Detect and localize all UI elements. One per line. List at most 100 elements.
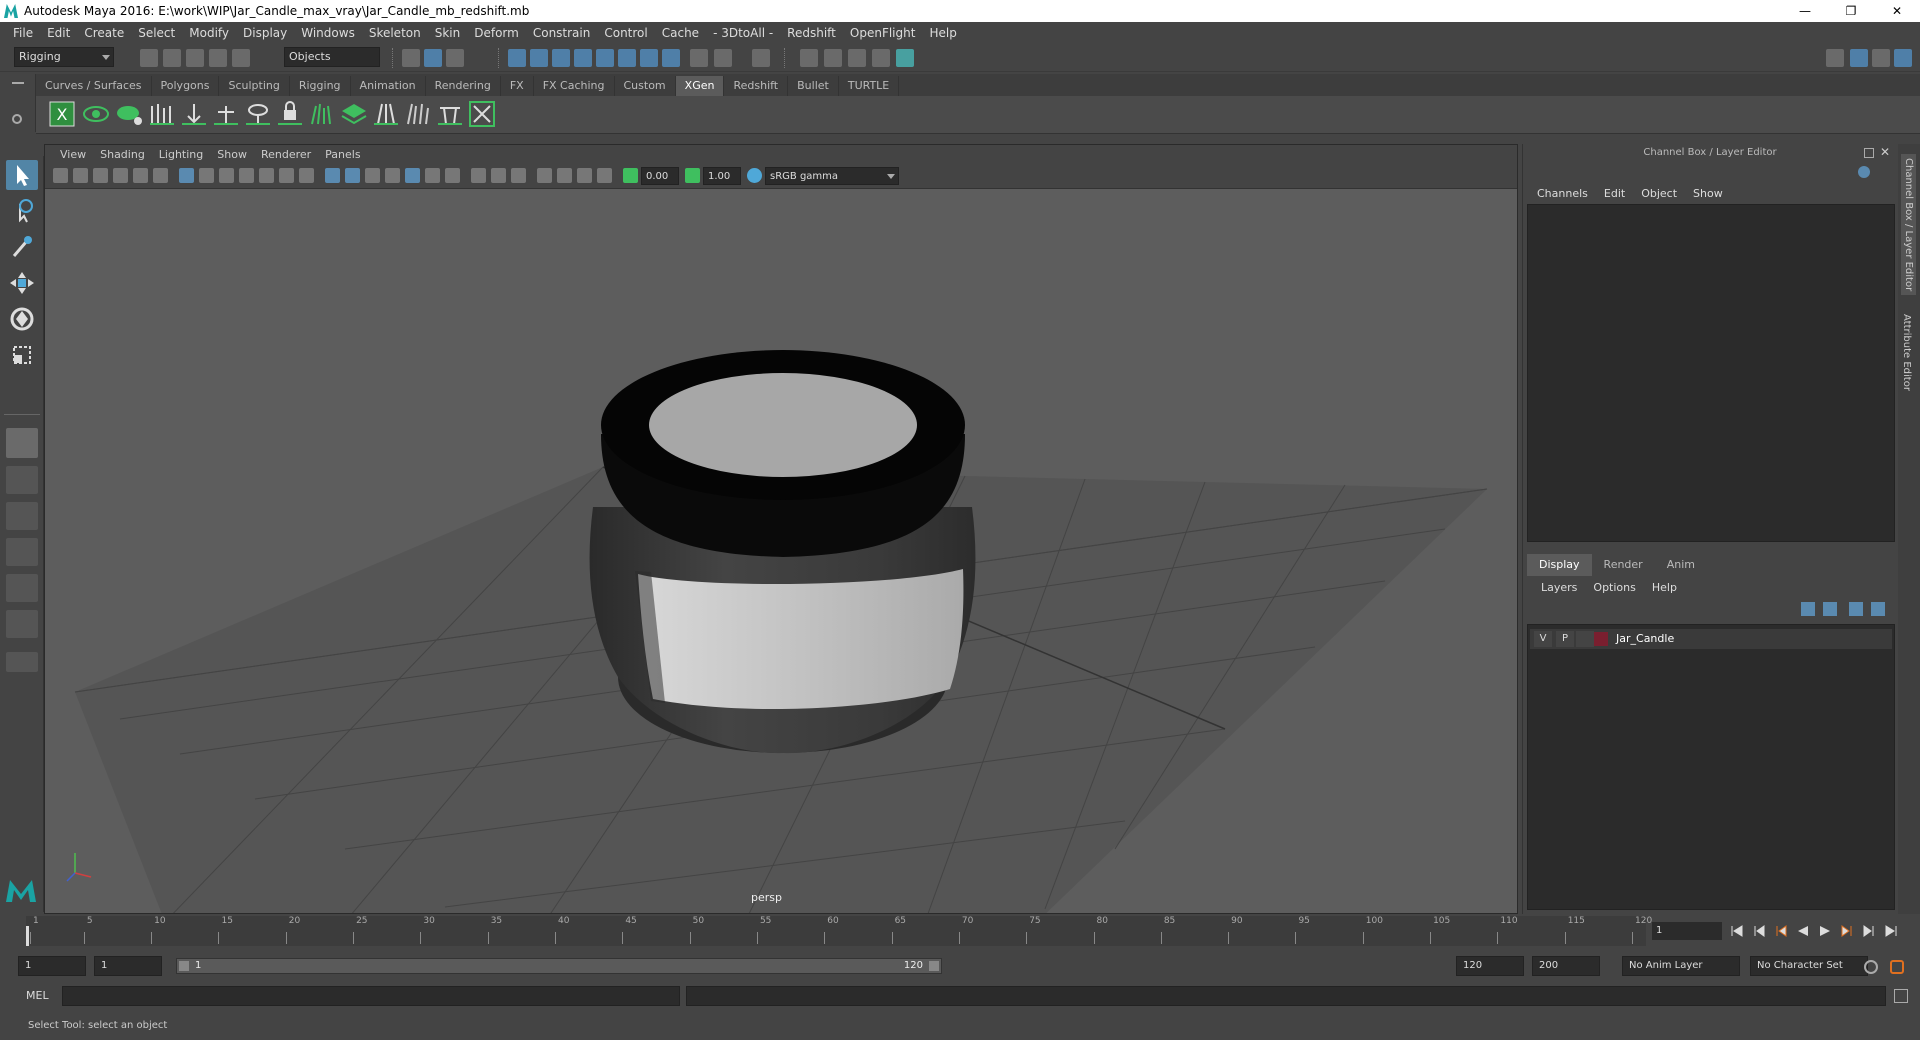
anti-aliasing-icon[interactable] (491, 168, 506, 183)
sculpt-guide-icon[interactable] (180, 100, 208, 128)
layer-display-type-toggle[interactable] (1576, 631, 1594, 647)
backface-culling-icon[interactable] (597, 168, 612, 183)
move-tool-button[interactable] (6, 268, 38, 298)
select-tool-button[interactable] (6, 160, 38, 190)
menu-constrain[interactable]: Constrain (526, 26, 598, 40)
ambient-occlusion-icon[interactable] (445, 168, 460, 183)
shelf-tab-animation[interactable]: Animation (351, 76, 426, 96)
go-to-start-icon[interactable] (1730, 924, 1744, 938)
time-slider-track[interactable]: 1 5 10 15 20 25 30 35 40 45 50 55 60 65 70 75 80 85 90 95 10… (26, 916, 1652, 946)
open-scene-icon[interactable] (163, 49, 181, 67)
textured-icon[interactable] (385, 168, 400, 183)
character-set-dropdown[interactable]: No Character Set (1750, 956, 1868, 976)
add-guide-icon[interactable] (148, 100, 176, 128)
tab-render[interactable]: Render (1592, 554, 1655, 576)
layer-row[interactable]: V P Jar_Candle (1530, 629, 1892, 649)
film-gate-icon[interactable] (199, 168, 214, 183)
layout-single-view-button[interactable] (6, 502, 38, 530)
gamma-icon[interactable] (685, 168, 700, 183)
redo-icon[interactable] (232, 49, 250, 67)
command-input[interactable] (62, 986, 680, 1006)
menu-display[interactable]: Display (236, 26, 294, 40)
grass-icon[interactable] (308, 100, 336, 128)
shelf-tab-bullet[interactable]: Bullet (788, 76, 839, 96)
menu-redshift[interactable]: Redshift (780, 26, 843, 40)
guide-plus-icon[interactable] (212, 100, 240, 128)
vp-menu-view[interactable]: View (53, 148, 93, 161)
grid-icon[interactable] (179, 168, 194, 183)
xgen-editor-icon[interactable]: X (48, 100, 76, 128)
help-snap-icon[interactable] (662, 49, 680, 67)
menu-3dtoall[interactable]: - 3DtoAll - (706, 26, 780, 40)
guide-lock-icon[interactable] (276, 100, 304, 128)
step-forward-key-icon[interactable] (1862, 924, 1876, 938)
shelf-tab-polygons[interactable]: Polygons (152, 76, 220, 96)
menu-help[interactable]: Help (922, 26, 963, 40)
safe-title-icon[interactable] (299, 168, 314, 183)
menu-control[interactable]: Control (597, 26, 654, 40)
tool-settings-toggle-icon[interactable] (1872, 49, 1890, 67)
shelf-tab-rigging[interactable]: Rigging (290, 76, 351, 96)
shelf-tab-fx[interactable]: FX (501, 76, 534, 96)
play-forwards-icon[interactable] (1818, 924, 1832, 938)
clump-icon[interactable] (372, 100, 400, 128)
current-time-marker[interactable] (26, 926, 29, 946)
shelf-tab-fx-caching[interactable]: FX Caching (534, 76, 615, 96)
attribute-editor-toggle-icon[interactable] (1850, 49, 1868, 67)
menuset-dropdown[interactable]: Rigging (14, 47, 114, 67)
grease-pencil-icon[interactable] (153, 168, 168, 183)
menu-openflight[interactable]: OpenFlight (843, 26, 923, 40)
snap-live-icon[interactable] (596, 49, 614, 67)
tab-anim[interactable]: Anim (1655, 554, 1707, 576)
history-icon[interactable] (714, 49, 732, 67)
menu-modify[interactable]: Modify (182, 26, 236, 40)
shelf-tab-custom[interactable]: Custom (615, 76, 676, 96)
shadows-icon[interactable] (425, 168, 440, 183)
snap-grid-icon[interactable] (508, 49, 526, 67)
channel-box-options-icon[interactable] (1858, 166, 1870, 178)
bookmark-icon[interactable] (93, 168, 108, 183)
anim-layer-dropdown[interactable]: No Anim Layer (1622, 956, 1740, 976)
playback-start-field[interactable]: 1 (94, 956, 162, 976)
save-scene-icon[interactable] (186, 49, 204, 67)
render-view-icon[interactable] (824, 49, 842, 67)
image-plane-icon[interactable] (113, 168, 128, 183)
shelf-tab-rendering[interactable]: Rendering (426, 76, 501, 96)
animation-preferences-icon[interactable] (1890, 960, 1904, 974)
cb-menu-edit[interactable]: Edit (1596, 187, 1633, 200)
color-space-dropdown[interactable]: sRGB gamma (765, 167, 899, 185)
layout-two-view-button[interactable] (6, 538, 38, 566)
move-layer-up-icon[interactable] (1801, 602, 1815, 616)
snap-view-plane-icon[interactable] (574, 49, 592, 67)
menu-create[interactable]: Create (77, 26, 131, 40)
undo-icon[interactable] (209, 49, 227, 67)
selection-mode-dropdown[interactable]: Objects (284, 47, 380, 67)
render-frame-icon[interactable] (800, 49, 818, 67)
2d-pan-zoom-icon[interactable] (133, 168, 148, 183)
eye-icon[interactable] (82, 100, 110, 128)
new-scene-icon[interactable] (140, 49, 158, 67)
exposure-icon[interactable] (623, 168, 638, 183)
safe-action-icon[interactable] (279, 168, 294, 183)
script-language-label[interactable]: MEL (26, 989, 49, 1002)
layer-visibility-toggle[interactable]: V (1534, 631, 1552, 647)
shelf-tab-xgen[interactable]: XGen (675, 76, 725, 96)
hypershade-icon[interactable] (896, 49, 914, 67)
playback-end-field[interactable]: 120 (1456, 956, 1524, 976)
menu-skin[interactable]: Skin (428, 26, 468, 40)
exposure-field[interactable]: 0.00 (641, 167, 679, 185)
vp-menu-lighting[interactable]: Lighting (152, 148, 210, 161)
shelf-tab-redshift[interactable]: Redshift (724, 76, 789, 96)
close-button[interactable]: ✕ (1874, 0, 1920, 22)
snap-surface-icon[interactable] (618, 49, 636, 67)
le-menu-layers[interactable]: Layers (1533, 581, 1585, 594)
auto-key-icon[interactable] (1864, 960, 1878, 974)
restore-button[interactable]: ❐ (1828, 0, 1874, 22)
color-management-icon[interactable] (747, 168, 762, 183)
vp-menu-renderer[interactable]: Renderer (254, 148, 318, 161)
jar-candle-model[interactable] (589, 350, 976, 754)
lock-icon[interactable] (690, 49, 708, 67)
render-settings-icon[interactable] (872, 49, 890, 67)
depth-of-field-icon[interactable] (511, 168, 526, 183)
gate-mask-icon[interactable] (239, 168, 254, 183)
